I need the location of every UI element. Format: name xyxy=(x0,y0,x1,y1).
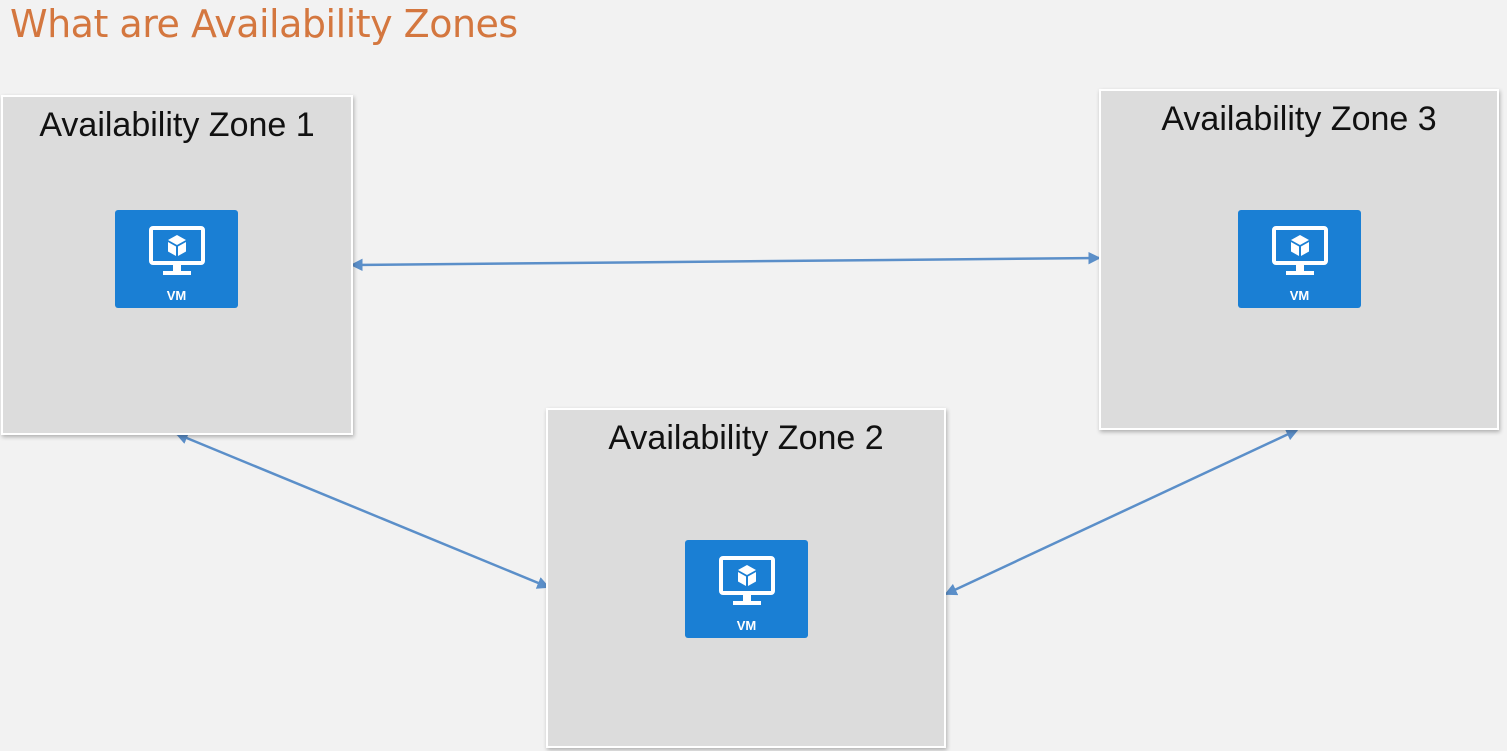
availability-zone-3: Availability Zone 3 VM xyxy=(1099,89,1499,430)
vm-tile[interactable]: VM xyxy=(1238,210,1361,308)
connector-zone1-zone2 xyxy=(175,432,550,589)
vm-label: VM xyxy=(166,288,187,303)
availability-zone-2: Availability Zone 2 VM xyxy=(546,408,946,748)
zone-label: Availability Zone 3 xyxy=(1161,100,1437,138)
virtual-machine-icon xyxy=(1272,226,1328,275)
virtual-machine-icon xyxy=(719,556,775,605)
connector-zone1-zone3 xyxy=(350,251,1101,272)
vm-label: VM xyxy=(736,618,757,633)
vm-label: VM xyxy=(1289,288,1310,303)
connector-zone2-zone3 xyxy=(944,428,1299,596)
vm-tile[interactable]: VM xyxy=(115,210,238,308)
vm-tile[interactable]: VM xyxy=(685,540,808,638)
zone-label: Availability Zone 1 xyxy=(39,106,315,144)
slide-title: What are Availability Zones xyxy=(10,2,518,46)
zone-label: Availability Zone 2 xyxy=(608,419,884,457)
availability-zone-1: Availability Zone 1 VM xyxy=(1,95,353,435)
virtual-machine-icon xyxy=(149,226,205,275)
